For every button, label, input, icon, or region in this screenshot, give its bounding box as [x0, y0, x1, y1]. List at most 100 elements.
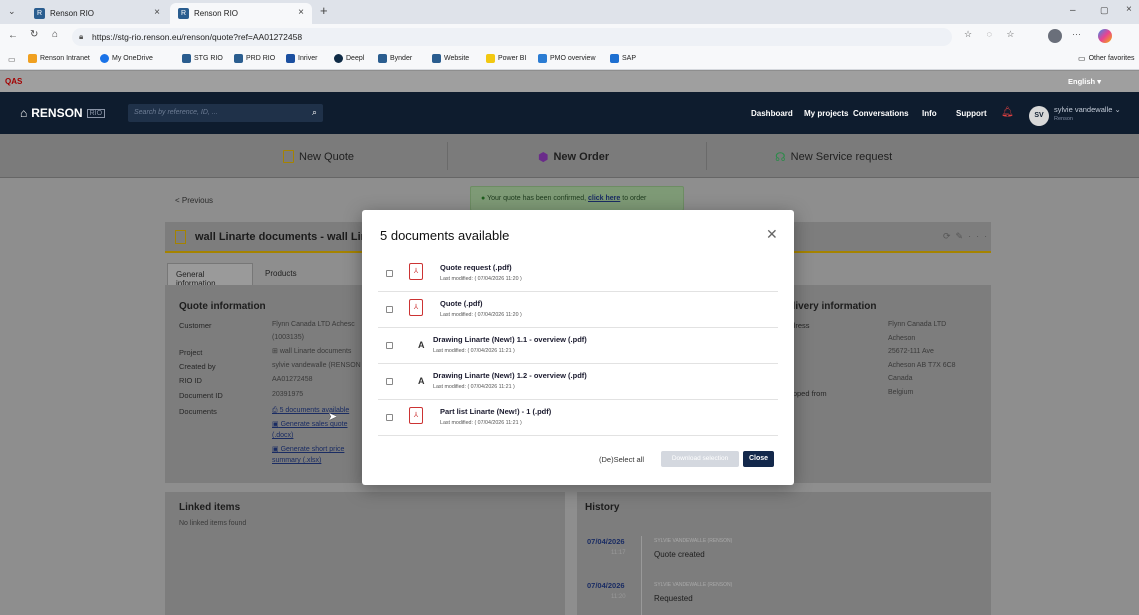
- tab-general-information[interactable]: General information: [167, 263, 253, 288]
- document-modified: Last modified: ( 07/04/2026 11:21 ): [433, 348, 515, 354]
- document-row[interactable]: ⅄ Quote request (.pdf) Last modified: ( …: [378, 256, 778, 292]
- minimize-icon[interactable]: –: [1070, 5, 1076, 16]
- browser-tab-2[interactable]: R Renson RIO ×: [170, 3, 312, 24]
- document-checkbox[interactable]: [386, 306, 393, 313]
- download-selection-button[interactable]: Download selection: [661, 451, 739, 467]
- nav-conversations[interactable]: Conversations: [853, 109, 909, 118]
- generate-short-price-format[interactable]: summary (.xlsx): [272, 457, 321, 464]
- field-label: Project: [179, 348, 203, 357]
- document-row[interactable]: A Drawing Linarte (New!) 1.1 - overview …: [378, 328, 778, 364]
- search-input[interactable]: Search by reference, ID, ... ⌕: [128, 104, 323, 122]
- notification-bell-icon[interactable]: 🔔︎: [1001, 107, 1014, 118]
- restore-icon[interactable]: ▢: [1100, 5, 1109, 16]
- refresh-icon[interactable]: ↻: [30, 29, 38, 40]
- bookmark-label: Inriver: [298, 55, 318, 62]
- user-name[interactable]: sylvie vandewalle ⌄: [1054, 105, 1121, 114]
- project-link[interactable]: ⊞ wall Linarte documents: [272, 347, 351, 355]
- deselect-all-button[interactable]: (De)Select all: [599, 455, 644, 464]
- bookmark-pmo-overview[interactable]: PMO overview: [538, 54, 596, 63]
- new-service-label: New Service request: [790, 151, 893, 163]
- document-name[interactable]: Part list Linarte (New!) - 1 (.pdf): [440, 407, 551, 416]
- document-row[interactable]: A Drawing Linarte (New!) 1.2 - overview …: [378, 364, 778, 400]
- search-icon[interactable]: ⌕: [312, 107, 317, 118]
- bookmark-prd-rio[interactable]: PRD RIO: [234, 54, 275, 63]
- browser-extension-icons[interactable]: ☆ ◌ ☆: [964, 29, 1021, 40]
- bookmark-other-favorites[interactable]: ▭ Other favorites: [1078, 54, 1134, 63]
- word-icon: ▣: [272, 421, 279, 428]
- logo-tag: RIO: [86, 108, 106, 118]
- language-label: English: [1068, 77, 1096, 86]
- new-order-button[interactable]: ⬢ New Order: [538, 150, 609, 164]
- document-modified: Last modified: ( 07/04/2026 11:20 ): [440, 312, 522, 318]
- document-checkbox[interactable]: [386, 342, 393, 349]
- document-name[interactable]: Quote request (.pdf): [440, 263, 512, 272]
- avatar[interactable]: SV: [1029, 106, 1049, 126]
- bookmark-website[interactable]: Website: [432, 54, 469, 63]
- quote-document-icon: [175, 230, 186, 244]
- new-tab-icon[interactable]: +: [320, 3, 328, 18]
- address-line: Acheson: [888, 335, 916, 342]
- package-icon: ⬢: [538, 150, 549, 164]
- history-heading: History: [585, 502, 620, 513]
- close-button[interactable]: Close: [743, 451, 774, 467]
- nav-my-projects[interactable]: My projects: [804, 109, 848, 118]
- back-icon[interactable]: ←: [8, 30, 18, 41]
- home-icon[interactable]: ⌂: [52, 29, 58, 40]
- document-name[interactable]: Quote (.pdf): [440, 299, 483, 308]
- new-service-request-button[interactable]: ☊ New Service request: [775, 150, 892, 164]
- document-checkbox[interactable]: [386, 270, 393, 277]
- bookmark-stg-rio[interactable]: STG RIO: [182, 54, 223, 63]
- page-title: wall Linarte documents - wall Lir: [195, 231, 365, 243]
- renson-logo[interactable]: ⌂ RENSON RIO: [20, 106, 106, 120]
- close-tab-icon[interactable]: ×: [298, 7, 304, 18]
- new-order-label: New Order: [553, 151, 610, 163]
- nav-support[interactable]: Support: [956, 109, 987, 118]
- document-name[interactable]: Drawing Linarte (New!) 1.2 - overview (.…: [433, 371, 587, 380]
- customer-id-value: (1003135): [272, 334, 304, 341]
- cloud-icon: [100, 54, 109, 63]
- bookmark-renson-intranet[interactable]: Renson Intranet: [28, 54, 90, 63]
- bookmark-deepl[interactable]: Deepl: [334, 54, 364, 63]
- document-name[interactable]: Drawing Linarte (New!) 1.1 - overview (.…: [433, 335, 587, 344]
- nav-dashboard[interactable]: Dashboard: [751, 109, 793, 118]
- sidebar-icon[interactable]: ▭: [8, 55, 16, 64]
- profile-icon[interactable]: [1048, 29, 1062, 43]
- toast-text: Your quote has been confirmed,: [487, 195, 588, 202]
- bookmark-sap[interactable]: SAP: [610, 54, 636, 63]
- document-checkbox[interactable]: [386, 414, 393, 421]
- bookmark-onedrive[interactable]: My OneDrive: [100, 54, 153, 63]
- top-navbar: ⌂ RENSON RIO Search by reference, ID, ..…: [0, 92, 1139, 134]
- language-selector[interactable]: English ▾: [1068, 77, 1101, 86]
- document-row[interactable]: ⅄ Part list Linarte (New!) - 1 (.pdf) La…: [378, 400, 778, 436]
- generate-sales-quote-format[interactable]: (.docx): [272, 432, 293, 439]
- browser-tab-1[interactable]: R Renson RIO ×: [26, 3, 168, 24]
- url-field[interactable]: 🔒︎ https://stg-rio.renson.eu/renson/quot…: [72, 28, 952, 46]
- more-icon[interactable]: ···: [1072, 29, 1081, 39]
- bookmark-label: Power BI: [498, 55, 527, 62]
- generate-short-price-link[interactable]: ▣ Generate short price: [272, 445, 344, 453]
- bookmark-label: PRD RIO: [246, 55, 276, 62]
- bookmark-bynder[interactable]: Bynder: [378, 54, 412, 63]
- bookmark-power-bi[interactable]: Power BI: [486, 54, 526, 63]
- title-actions-icons[interactable]: ⟳✎···: [943, 231, 992, 242]
- nav-info[interactable]: Info: [922, 109, 937, 118]
- bookmark-label: Deepl: [346, 55, 365, 62]
- bookmark-inriver[interactable]: Inriver: [286, 54, 317, 63]
- documents-available-link[interactable]: ⎙ 5 documents available: [272, 407, 349, 415]
- renson-logo-icon: ⌂: [20, 106, 28, 120]
- drawing-icon: A: [418, 340, 425, 350]
- new-quote-button[interactable]: New Quote: [283, 150, 354, 163]
- close-icon[interactable]: ✕: [766, 226, 778, 243]
- close-tab-icon[interactable]: ×: [154, 7, 160, 18]
- inriver-icon: [286, 54, 295, 63]
- renson-icon: [234, 54, 243, 63]
- document-row[interactable]: ⅄ Quote (.pdf) Last modified: ( 07/04/20…: [378, 292, 778, 328]
- document-checkbox[interactable]: [386, 378, 393, 385]
- copilot-icon[interactable]: [1098, 29, 1112, 43]
- tab-products[interactable]: Products: [257, 263, 317, 285]
- renson-icon: [182, 54, 191, 63]
- toast-order-link[interactable]: click here: [588, 195, 620, 202]
- close-window-icon[interactable]: ×: [1126, 4, 1132, 15]
- tab-list-icon[interactable]: ⌄: [8, 6, 16, 17]
- previous-link[interactable]: < Previous: [175, 196, 213, 205]
